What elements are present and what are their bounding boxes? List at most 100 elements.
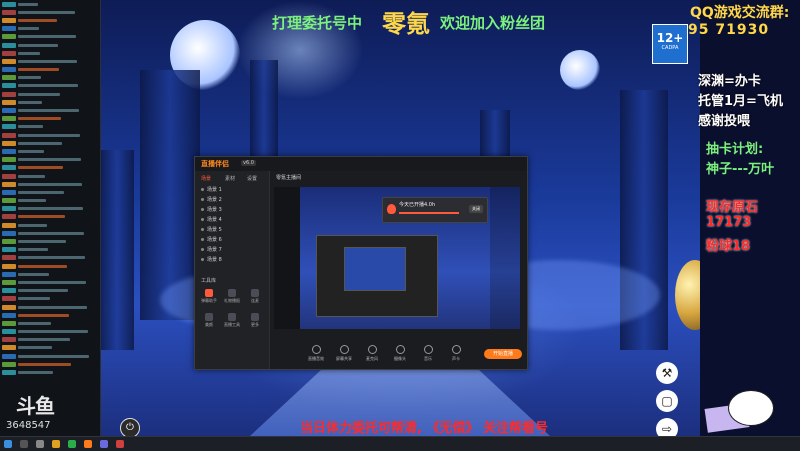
fan-badge	[2, 50, 16, 56]
tool-button[interactable]: 直播工具	[222, 313, 242, 328]
chat-panel[interactable]: 斗鱼 3648547	[0, 0, 101, 436]
scene-item[interactable]: 场景 3	[201, 205, 263, 213]
stream-preview[interactable]: 今天已开播4.0h 关闭	[274, 187, 520, 329]
eye-icon[interactable]	[201, 187, 204, 191]
tab-scenes[interactable]: 场景	[201, 175, 211, 182]
scene-item[interactable]: 场景 6	[201, 235, 263, 243]
fan-badge	[2, 124, 16, 130]
scene-item[interactable]: 场景 2	[201, 195, 263, 203]
tool-button[interactable]: 弹幕助手	[199, 289, 219, 304]
tool-icon	[395, 345, 405, 354]
age-rating-sub: CADPA	[661, 45, 679, 51]
bottom-tool-button[interactable]: 直播音效	[306, 345, 326, 362]
tool-icon	[367, 345, 377, 354]
eye-icon[interactable]	[201, 257, 204, 261]
wrench-icon[interactable]: ⚒	[656, 362, 678, 384]
note-gacha-targets: 神子---万叶	[706, 162, 775, 177]
chat-text	[18, 149, 44, 153]
chat-message	[0, 221, 100, 229]
eye-icon[interactable]	[201, 227, 204, 231]
chat-text	[18, 248, 48, 252]
eye-icon[interactable]	[201, 237, 204, 241]
chat-text	[18, 231, 84, 235]
app-icon[interactable]	[100, 440, 108, 448]
windows-start-icon[interactable]	[4, 440, 12, 448]
bottom-tool-button[interactable]: 音乐	[418, 345, 438, 362]
chat-text	[18, 158, 81, 162]
fan-badge	[2, 108, 16, 114]
scene-item[interactable]: 场景 8	[201, 255, 263, 263]
tool-button[interactable]: 美颜	[199, 313, 219, 328]
scene-item[interactable]: 场景 1	[201, 185, 263, 193]
app-titlebar[interactable]: 直播伴侣 v6.0	[195, 157, 527, 171]
viewer-count: 3648547	[6, 420, 51, 431]
explorer-icon[interactable]	[52, 440, 60, 448]
chat-message	[0, 90, 100, 98]
fan-badge	[2, 34, 16, 40]
chat-text	[18, 59, 77, 63]
fan-badge	[2, 296, 16, 302]
app-icon[interactable]	[84, 440, 92, 448]
bottom-tool-button[interactable]: 屏幕共享	[334, 345, 354, 362]
overlay-top-right: 欢迎加入粉丝团	[440, 14, 546, 32]
tool-label: 礼物播报	[224, 298, 240, 303]
task-view-icon[interactable]	[36, 440, 44, 448]
chat-message	[0, 25, 100, 33]
douyu-logo: 斗鱼	[16, 394, 55, 418]
streaming-app-window[interactable]: 直播伴侣 v6.0 场景 素材 设置 场景 1 场景 2 场景 3 场景 4 场景 5 场…	[194, 156, 528, 370]
chat-text	[18, 117, 61, 121]
tool-icon	[451, 345, 461, 354]
chat-message	[0, 156, 100, 164]
chat-text	[18, 330, 88, 334]
scene-item[interactable]: 场景 4	[201, 215, 263, 223]
note-primogems-value: 17173	[706, 215, 752, 230]
chat-message	[0, 172, 100, 180]
mascot-blob	[728, 390, 774, 426]
message-icon[interactable]: ▢	[656, 390, 678, 412]
fan-badge	[2, 288, 16, 294]
eye-icon[interactable]	[201, 247, 204, 251]
power-icon[interactable]: ⏻	[120, 418, 140, 438]
scene-item[interactable]: 场景 5	[201, 225, 263, 233]
tool-button[interactable]: 礼物播报	[222, 289, 242, 304]
eye-icon[interactable]	[201, 207, 204, 211]
tab-settings[interactable]: 设置	[247, 175, 257, 182]
app-version: v6.0	[241, 160, 256, 166]
chat-message	[0, 188, 100, 196]
search-icon[interactable]	[20, 440, 28, 448]
scene-item[interactable]: 场景 7	[201, 245, 263, 253]
room-title: 零氪主播间	[276, 175, 302, 181]
notice-close-button[interactable]: 关闭	[469, 205, 483, 213]
scene-label: 场景 7	[207, 246, 222, 253]
fan-badge	[2, 214, 16, 220]
bottom-tool-label: 摄像头	[394, 356, 406, 361]
moon-right	[560, 50, 600, 90]
browser-icon[interactable]	[68, 440, 76, 448]
chat-text	[18, 133, 80, 137]
tab-materials[interactable]: 素材	[225, 175, 235, 182]
fan-badge	[2, 181, 16, 187]
fan-badge	[2, 345, 16, 351]
app-icon[interactable]	[116, 440, 124, 448]
bottom-tool-button[interactable]: 摄像头	[390, 345, 410, 362]
fan-badge	[2, 132, 16, 138]
fan-badge	[2, 263, 16, 269]
eye-icon[interactable]	[201, 217, 204, 221]
fan-badge	[2, 116, 16, 122]
app-logo: 直播伴侣	[201, 160, 229, 168]
bottom-tool-button[interactable]: 声卡	[446, 345, 466, 362]
bottom-tool-button[interactable]: 麦克风	[362, 345, 382, 362]
tool-icon	[311, 345, 321, 354]
chat-message	[0, 98, 100, 106]
fan-badge	[2, 99, 16, 105]
eye-icon[interactable]	[201, 197, 204, 201]
tool-button[interactable]: 连麦	[245, 289, 265, 304]
start-live-button[interactable]: 开始直播	[484, 349, 522, 359]
chat-message	[0, 205, 100, 213]
notice-progress	[399, 212, 459, 214]
chat-message	[0, 344, 100, 352]
tool-label: 连麦	[251, 298, 259, 303]
tool-button[interactable]: 更多	[245, 313, 265, 328]
fan-badge	[2, 279, 16, 285]
chat-message	[0, 82, 100, 90]
